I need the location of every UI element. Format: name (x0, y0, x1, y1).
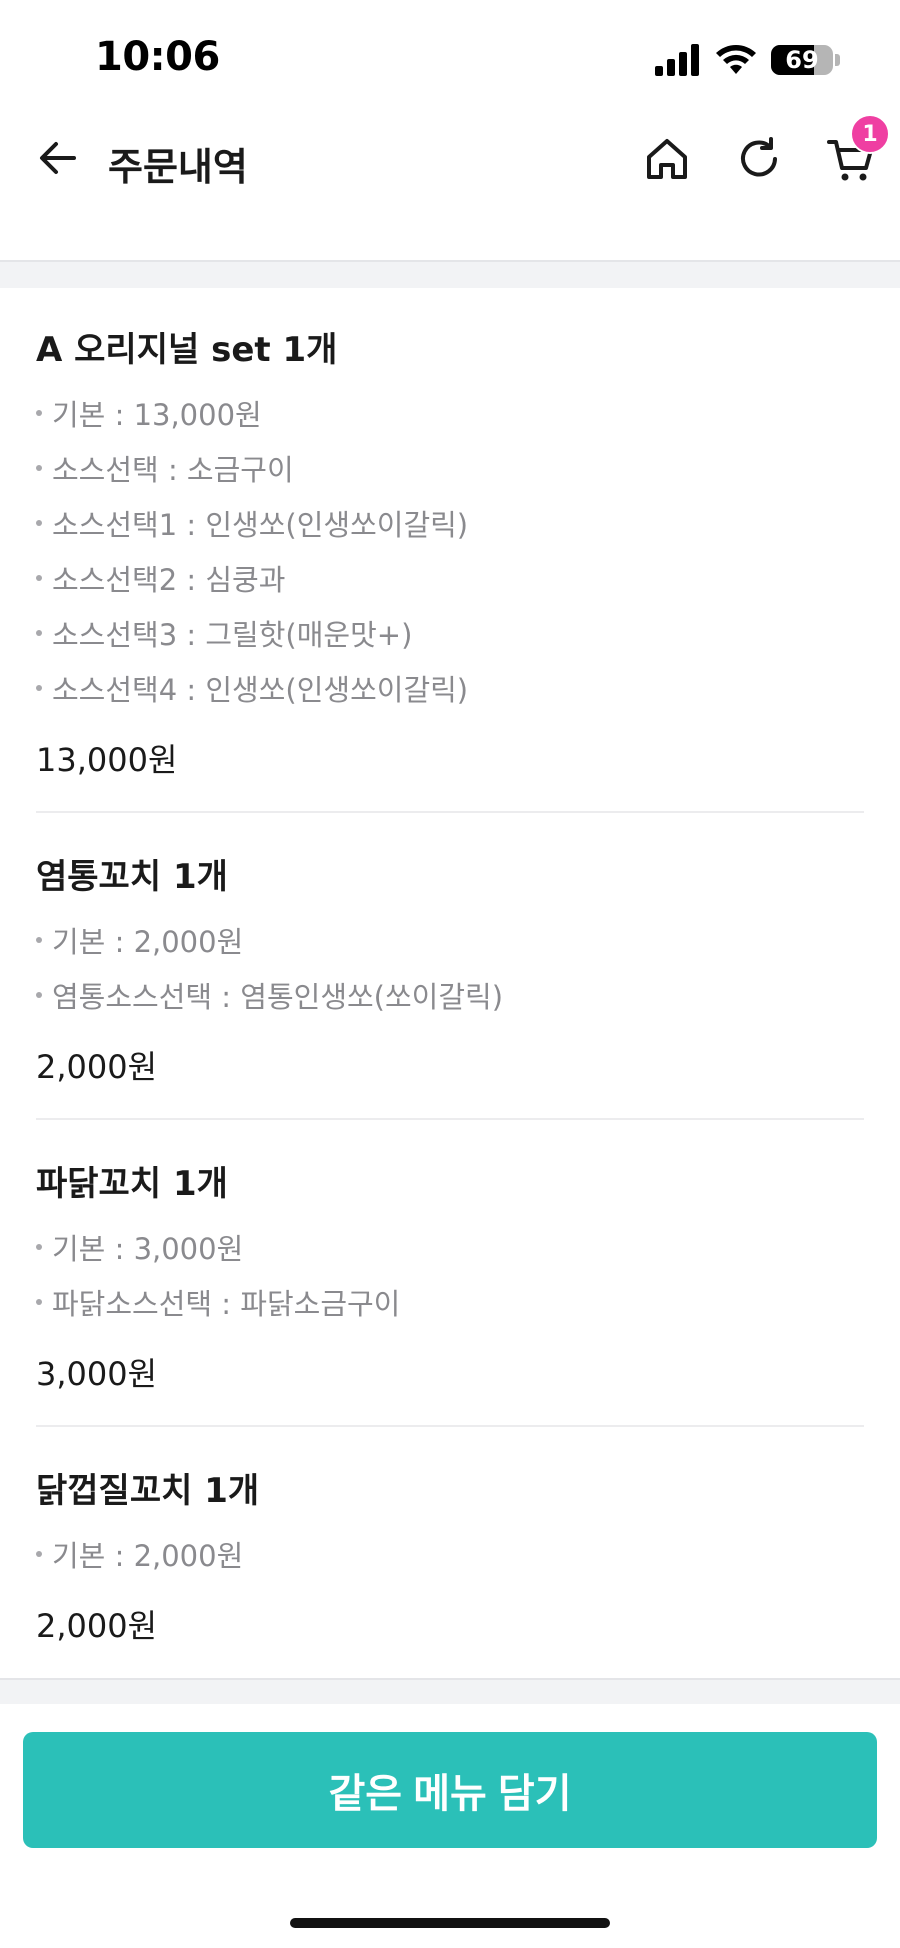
add-same-menu-button[interactable]: 같은 메뉴 담기 (23, 1732, 877, 1848)
order-list: A 오리지널 set 1개 기본 : 13,000원 소스선택 : 소금구이 소… (36, 286, 864, 1677)
order-item: A 오리지널 set 1개 기본 : 13,000원 소스선택 : 소금구이 소… (36, 286, 864, 813)
bullet (36, 1550, 42, 1557)
option-text: 기본 : 13,000원 (52, 397, 262, 432)
bullet (36, 684, 42, 691)
page-title: 주문내역 (108, 145, 248, 189)
option-row: 기본 : 13,000원 (36, 385, 864, 440)
bullet (36, 936, 42, 943)
option-text: 소스선택3 : 그릴핫(매운맛+) (52, 617, 413, 652)
option-text: 소스선택1 : 인생쏘(인생쏘이갈릭) (52, 507, 469, 542)
option-text: 소스선택 : 소금구이 (52, 452, 294, 487)
option-row: 소스선택1 : 인생쏘(인생쏘이갈릭) (36, 495, 864, 550)
bullet (36, 629, 42, 636)
option-row: 소스선택4 : 인생쏘(인생쏘이갈릭) (36, 660, 864, 715)
bullet (36, 1298, 42, 1305)
cellular-signal-icon (655, 44, 699, 76)
order-item: 닭껍질꼬치 1개 기본 : 2,000원 2,000원 (36, 1427, 864, 1677)
app-header: 주문내역 1 (0, 100, 900, 260)
status-icons: 69 (655, 40, 840, 80)
header-actions: 1 (638, 114, 890, 188)
option-text: 소스선택2 : 심쿵과 (52, 562, 286, 597)
status-time: 10:06 (95, 34, 220, 80)
section-divider (0, 1678, 900, 1706)
item-name: 닭껍질꼬치 1개 (36, 1471, 260, 1511)
item-price: 3,000원 (36, 1355, 158, 1393)
option-row: 기본 : 2,000원 (36, 912, 864, 967)
option-row: 소스선택3 : 그릴핫(매운맛+) (36, 605, 864, 660)
option-row: 기본 : 3,000원 (36, 1219, 864, 1274)
item-name: 염통꼬치 1개 (36, 857, 228, 897)
option-row: 염통소스선택 : 염통인생쏘(쏘이갈릭) (36, 967, 864, 1022)
battery-percent: 69 (785, 46, 819, 74)
bottom-action-bar: 같은 메뉴 담기 (0, 1704, 900, 1948)
option-text: 기본 : 2,000원 (52, 1538, 244, 1573)
back-arrow-icon (40, 142, 76, 174)
home-icon (647, 139, 687, 179)
option-row: 소스선택 : 소금구이 (36, 440, 864, 495)
battery-cap (835, 54, 840, 66)
home-indicator (290, 1918, 610, 1928)
item-name: A 오리지널 set 1개 (36, 330, 338, 370)
bullet (36, 991, 42, 998)
section-divider (0, 260, 900, 288)
item-name: 파닭꼬치 1개 (36, 1164, 228, 1204)
option-text: 파닭소스선택 : 파닭소금구이 (52, 1286, 401, 1321)
option-text: 기본 : 3,000원 (52, 1231, 244, 1266)
item-price: 2,000원 (36, 1607, 158, 1645)
bullet (36, 409, 42, 416)
option-row: 파닭소스선택 : 파닭소금구이 (36, 1274, 864, 1329)
bullet (36, 519, 42, 526)
order-item: 염통꼬치 1개 기본 : 2,000원 염통소스선택 : 염통인생쏘(쏘이갈릭)… (36, 813, 864, 1120)
wifi-icon (716, 45, 756, 74)
item-price: 13,000원 (36, 741, 178, 779)
battery-icon: 69 (771, 45, 833, 75)
option-text: 염통소스선택 : 염통인생쏘(쏘이갈릭) (52, 979, 504, 1014)
item-price: 2,000원 (36, 1048, 158, 1086)
option-text: 기본 : 2,000원 (52, 924, 244, 959)
refresh-button[interactable] (730, 130, 788, 188)
option-text: 소스선택4 : 인생쏘(인생쏘이갈릭) (52, 672, 469, 707)
bullet (36, 1243, 42, 1250)
bullet (36, 464, 42, 471)
back-button[interactable] (30, 130, 86, 186)
home-button[interactable] (638, 130, 696, 188)
option-row: 소스선택2 : 심쿵과 (36, 550, 864, 605)
refresh-icon (741, 137, 777, 177)
status-bar: 10:06 69 (0, 0, 900, 100)
cart-button[interactable]: 1 (822, 114, 890, 188)
option-row: 기본 : 2,000원 (36, 1526, 864, 1581)
bullet (36, 574, 42, 581)
cart-count-badge: 1 (850, 114, 890, 154)
order-item: 파닭꼬치 1개 기본 : 3,000원 파닭소스선택 : 파닭소금구이 3,00… (36, 1120, 864, 1427)
